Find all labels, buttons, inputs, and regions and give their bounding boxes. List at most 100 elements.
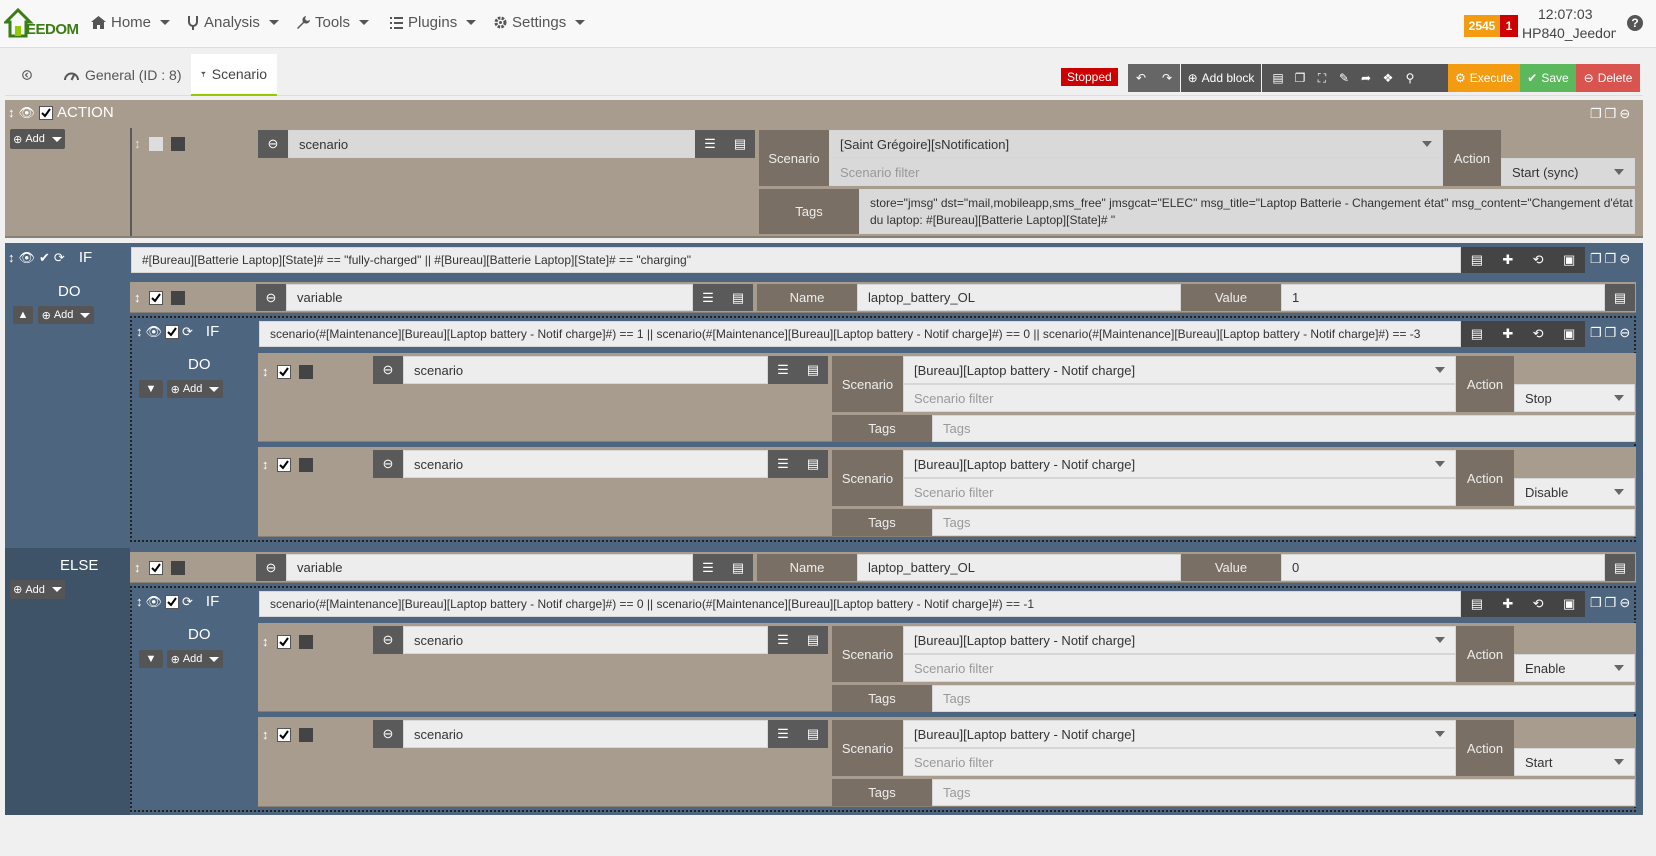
remove-element-button[interactable]: ⊖	[258, 130, 288, 158]
drag-handle-icon[interactable]: ↕	[262, 457, 269, 472]
parallel-checkbox[interactable]	[170, 560, 185, 575]
select-table-button[interactable]: ▤	[1605, 554, 1635, 581]
add-element-button[interactable]: ⊕ Add	[167, 650, 223, 668]
if-condition-input[interactable]: scenario(#[Maintenance][Bureau][Laptop b…	[259, 591, 1461, 617]
cube-icon[interactable]: ▣	[1563, 596, 1575, 612]
enable-checkbox[interactable]	[148, 560, 163, 575]
eye-icon[interactable]: 👁	[19, 105, 36, 121]
tab-general[interactable]: General (ID : 8)	[54, 54, 191, 96]
element-type-field[interactable]: scenario	[403, 450, 768, 478]
select-table-button[interactable]: ▤	[725, 130, 755, 158]
remove-element-button[interactable]: ⊖	[373, 450, 403, 478]
copy-icon[interactable]: ❐	[1590, 251, 1602, 267]
paste-icon[interactable]: ❐	[1605, 595, 1617, 611]
drag-handle-icon[interactable]: ↕	[262, 727, 269, 742]
list-icon[interactable]: ▤	[1471, 326, 1483, 342]
enable-checkbox[interactable]	[276, 457, 291, 472]
select-list-button[interactable]: ☰	[768, 720, 798, 748]
add-element-button[interactable]: ⊕ Add	[10, 129, 65, 149]
select-table-button[interactable]: ▤	[798, 450, 828, 478]
select-list-button[interactable]: ☰	[693, 554, 723, 581]
eye-icon[interactable]: 👁	[146, 594, 163, 610]
scenario-select[interactable]: [Bureau][Laptop battery - Notif charge]	[903, 356, 1456, 384]
scenario-filter-input[interactable]: Scenario filter	[829, 158, 1443, 186]
history-icon[interactable]: ⟲	[1533, 326, 1544, 342]
menu-tools[interactable]: Tools	[297, 14, 370, 31]
enable-checkbox[interactable]	[39, 105, 54, 120]
template-button[interactable]: ❖	[1377, 64, 1399, 92]
drag-handle-icon[interactable]: ↕	[134, 136, 141, 151]
parallel-checkbox[interactable]	[170, 136, 185, 151]
scenario-filter-input[interactable]: Scenario filter	[903, 748, 1456, 776]
refresh-icon[interactable]: ⟳	[54, 250, 65, 266]
save-button[interactable]: ✔ Save	[1520, 64, 1576, 92]
tags-input[interactable]: Tags	[932, 779, 1635, 806]
element-type-field[interactable]: scenario	[403, 626, 768, 654]
search-button[interactable]: ⚲	[1399, 64, 1421, 92]
scenario-filter-input[interactable]: Scenario filter	[903, 478, 1456, 506]
drag-handle-icon[interactable]: ↕	[136, 324, 143, 339]
variable-name-input[interactable]: laptop_battery_OL	[857, 554, 1181, 581]
select-table-button[interactable]: ▤	[723, 554, 753, 581]
remove-icon[interactable]: ⊖	[1619, 325, 1630, 341]
select-table-button[interactable]: ▤	[798, 626, 828, 654]
tags-input[interactable]: Tags	[932, 509, 1635, 536]
add-element-button[interactable]: ⊕ Add	[10, 580, 65, 599]
select-table-button[interactable]: ▤	[1605, 284, 1635, 311]
edit-button[interactable]: ✎	[1333, 64, 1355, 92]
select-list-button[interactable]: ☰	[768, 450, 798, 478]
action-select[interactable]: Enable	[1514, 654, 1635, 682]
help-icon[interactable]: ?	[1627, 15, 1643, 31]
check-icon[interactable]: ✔	[39, 250, 50, 266]
message-count-badge[interactable]: 2545	[1464, 15, 1500, 37]
menu-settings[interactable]: Settings	[494, 14, 586, 31]
alert-count-badge[interactable]: 1	[1500, 15, 1518, 37]
eye-icon[interactable]: 👁	[146, 324, 163, 340]
undo-button[interactable]: ↶	[1128, 64, 1154, 92]
action-select[interactable]: Stop	[1514, 384, 1635, 412]
drag-handle-icon[interactable]: ↕	[262, 634, 269, 649]
history-icon[interactable]: ⟲	[1533, 596, 1544, 612]
action-select[interactable]: Start (sync)	[1501, 158, 1635, 186]
tags-input[interactable]: store="jmsg" dst="mail,mobileapp,sms_fre…	[859, 189, 1635, 234]
select-list-button[interactable]: ☰	[768, 626, 798, 654]
parallel-checkbox[interactable]	[170, 290, 185, 305]
enable-checkbox[interactable]	[148, 136, 163, 151]
scenario-filter-input[interactable]: Scenario filter	[903, 384, 1456, 412]
variable-name-input[interactable]: laptop_battery_OL	[857, 284, 1181, 311]
refresh-icon[interactable]: ⟳	[182, 324, 193, 340]
drag-handle-icon[interactable]: ↕	[8, 105, 15, 120]
select-table-button[interactable]: ▤	[723, 284, 753, 311]
action-select[interactable]: Start	[1514, 748, 1635, 776]
scenario-select[interactable]: [Bureau][Laptop battery - Notif charge]	[903, 720, 1456, 748]
scenario-select[interactable]: [Bureau][Laptop battery - Notif charge]	[903, 626, 1456, 654]
add-element-button[interactable]: ⊕ Add	[38, 306, 94, 324]
share-button[interactable]: ➦	[1355, 64, 1377, 92]
paste-icon[interactable]: ❐	[1605, 106, 1617, 122]
jeedom-logo[interactable]: EEDOM	[4, 6, 79, 42]
add-element-button[interactable]: ⊕ Add	[167, 380, 223, 398]
drag-handle-icon[interactable]: ↕	[8, 250, 15, 265]
enable-checkbox[interactable]	[165, 594, 180, 609]
copy-icon[interactable]: ❐	[1590, 595, 1602, 611]
if-condition-input[interactable]: #[Bureau][Batterie Laptop][State]# == "f…	[131, 247, 1461, 273]
action-select[interactable]: Disable	[1514, 478, 1635, 506]
puzzle-icon[interactable]: ✚	[1502, 326, 1513, 342]
parallel-checkbox[interactable]	[298, 457, 313, 472]
collapse-button[interactable]: ▲	[13, 306, 33, 324]
drag-handle-icon[interactable]: ↕	[134, 290, 141, 305]
element-type-field[interactable]: scenario	[403, 356, 768, 384]
tags-input[interactable]: Tags	[932, 685, 1635, 712]
enable-checkbox[interactable]	[276, 727, 291, 742]
puzzle-icon[interactable]: ✚	[1502, 596, 1513, 612]
scenario-filter-input[interactable]: Scenario filter	[903, 654, 1456, 682]
select-list-button[interactable]: ☰	[693, 284, 723, 311]
add-block-button[interactable]: ⊕ Add block	[1181, 64, 1261, 92]
select-table-button[interactable]: ▤	[798, 356, 828, 384]
scenario-select[interactable]: [Saint Grégoire][sNotification]	[829, 130, 1443, 158]
scenario-select[interactable]: [Bureau][Laptop battery - Notif charge]	[903, 450, 1456, 478]
enable-checkbox[interactable]	[148, 290, 163, 305]
collapse-button[interactable]: ▼	[139, 650, 163, 668]
paste-icon[interactable]: ❐	[1605, 325, 1617, 341]
parallel-checkbox[interactable]	[298, 727, 313, 742]
